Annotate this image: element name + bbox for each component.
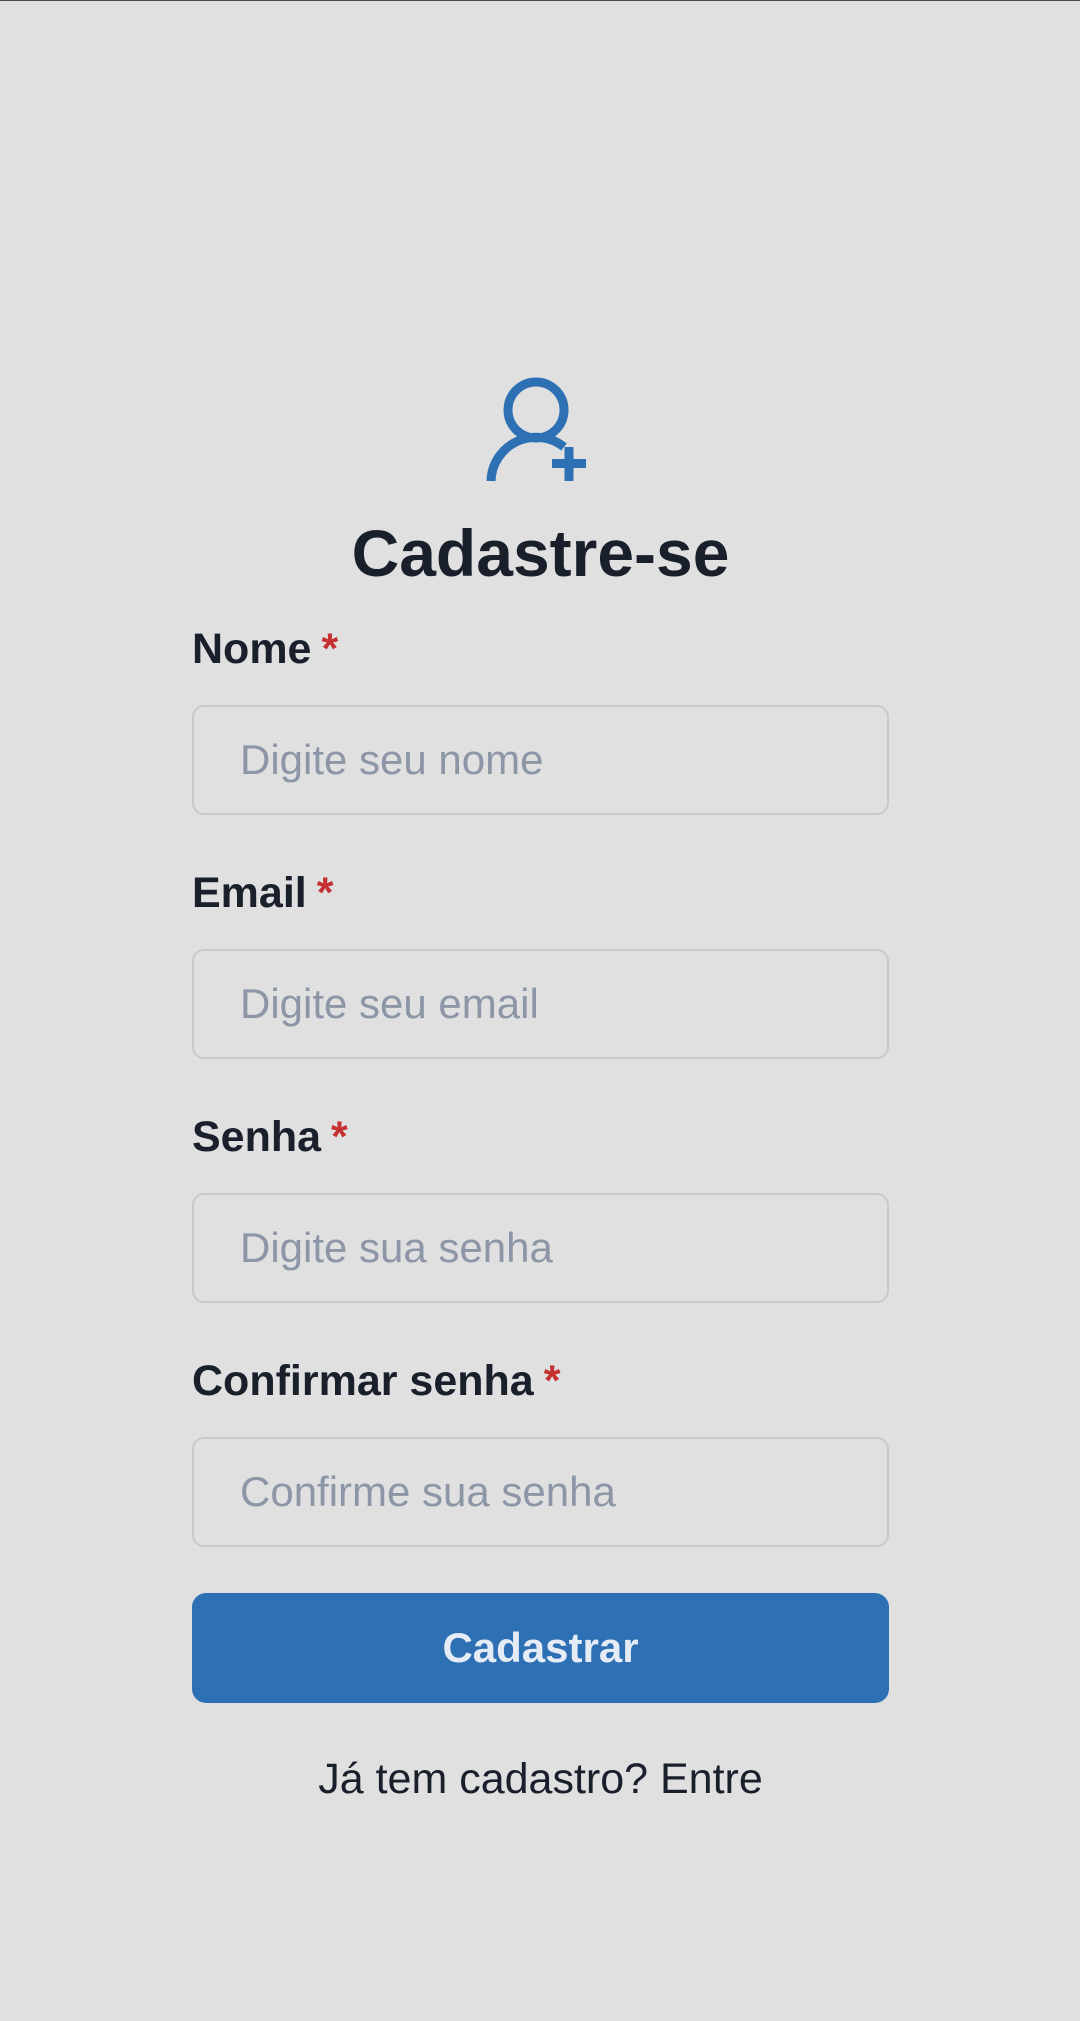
login-prompt: Já tem cadastro? Entre <box>192 1753 889 1805</box>
confirm-password-label: Confirmar senha <box>192 1357 534 1405</box>
user-plus-icon <box>486 377 586 482</box>
password-field-group: Senha * <box>192 1111 889 1303</box>
email-label: Email <box>192 869 307 917</box>
email-input[interactable] <box>192 949 889 1059</box>
required-asterisk: * <box>543 1357 561 1405</box>
email-label-row: Email * <box>192 867 889 919</box>
required-asterisk: * <box>316 869 334 917</box>
confirm-password-input[interactable] <box>192 1437 889 1547</box>
login-prompt-text: Já tem cadastro? <box>318 1755 649 1803</box>
submit-button[interactable]: Cadastrar <box>192 1593 889 1703</box>
login-link[interactable]: Entre <box>660 1755 763 1803</box>
email-field-group: Email * <box>192 867 889 1059</box>
name-input[interactable] <box>192 705 889 815</box>
name-field-group: Nome * <box>192 623 889 815</box>
required-asterisk: * <box>331 1113 348 1161</box>
password-label: Senha <box>192 1113 322 1161</box>
password-input[interactable] <box>192 1193 889 1303</box>
confirm-password-label-row: Confirmar senha * <box>192 1355 889 1407</box>
page-title: Cadastre-se <box>351 516 730 590</box>
required-asterisk: * <box>321 625 339 673</box>
password-label-row: Senha * <box>192 1111 889 1163</box>
signup-form: Cadastre-se Nome* Email* Senha* Confirma… <box>192 375 889 1805</box>
confirm-password-field-group: Confirmar senha * <box>192 1355 889 1547</box>
name-label-row: Nome * <box>192 623 889 675</box>
name-label: Nome <box>192 625 312 673</box>
